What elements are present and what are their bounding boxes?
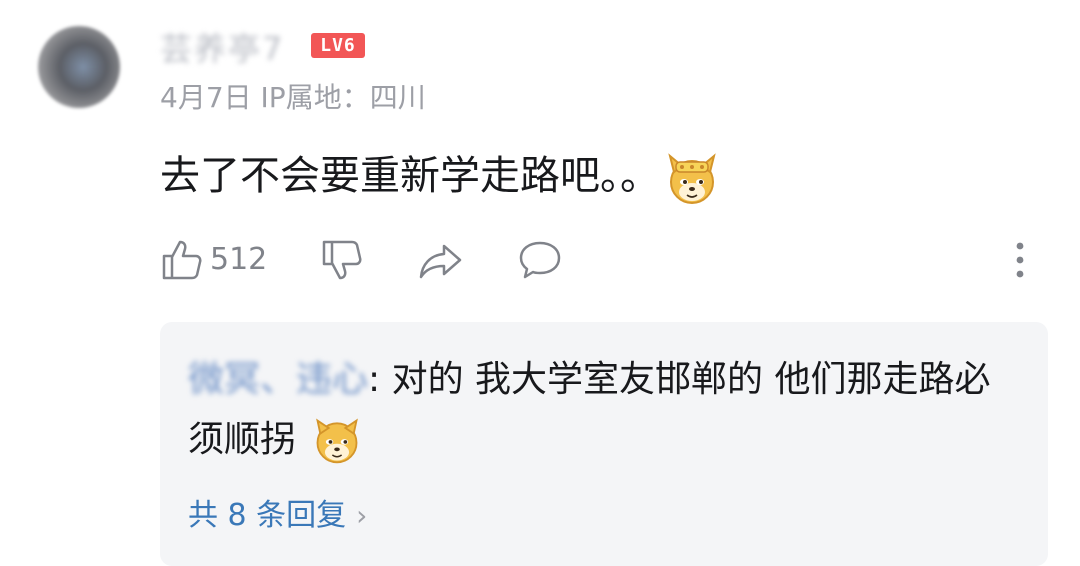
chevron-right-icon: ›	[356, 499, 368, 532]
thumbs-up-icon[interactable]	[160, 238, 204, 282]
comment-body: 去了不会要重新学走路吧。。	[160, 148, 720, 206]
avatar[interactable]	[38, 26, 120, 108]
reply-preview: 微冥、违心: 对的 我大学室友邯郸的 他们那走路必须顺拐	[188, 350, 1008, 470]
comment-date: 4月7日	[160, 81, 252, 114]
comment-text: 去了不会要重新学走路吧。。	[160, 153, 660, 199]
view-all-replies-label: 共 8 条回复	[188, 498, 347, 533]
reply-preview-box[interactable]: 微冥、违心: 对的 我大学室友邯郸的 他们那走路必须顺拐 共 8 条回复 ›	[160, 322, 1048, 566]
ip-location: IP属地：四川	[260, 81, 426, 114]
doge-emoji	[316, 418, 359, 464]
doge-emoji-crown	[668, 153, 716, 204]
comment-actions: 512	[160, 232, 1060, 288]
like-count: 512	[210, 242, 268, 277]
username[interactable]: 芸养亭7	[160, 24, 284, 70]
view-all-replies-link[interactable]: 共 8 条回复 ›	[188, 490, 367, 534]
comment-meta: 4月7日 IP属地：四川	[160, 76, 426, 116]
thumbs-down-icon[interactable]	[320, 238, 364, 282]
more-vertical-icon[interactable]	[1008, 240, 1032, 280]
share-icon[interactable]	[418, 238, 462, 282]
comment-bubble-icon[interactable]	[518, 238, 562, 282]
level-badge: LV6	[311, 33, 365, 58]
reply-separator: :	[368, 359, 381, 400]
reply-author[interactable]: 微冥、违心	[188, 359, 368, 400]
